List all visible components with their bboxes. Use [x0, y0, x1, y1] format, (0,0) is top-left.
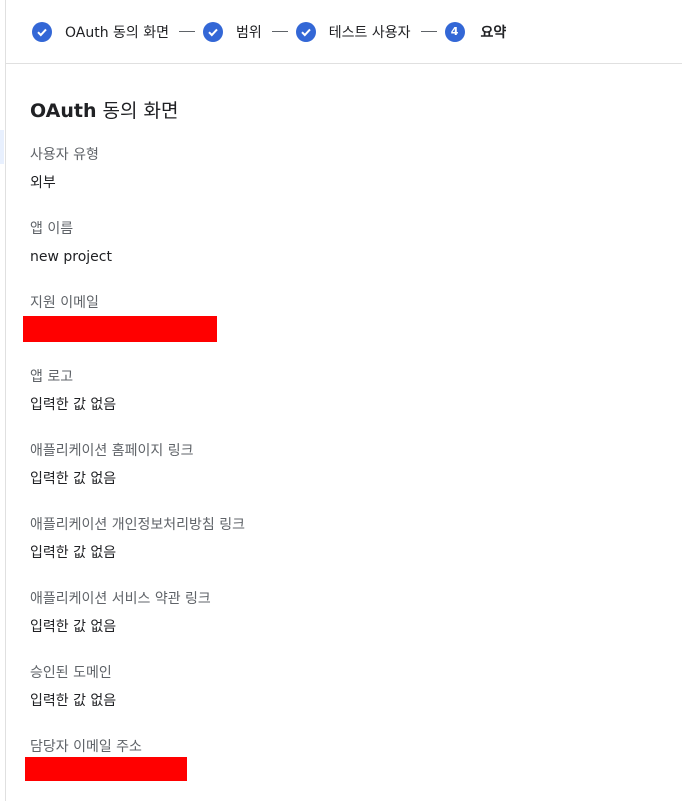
field-app-logo: 앱 로고 입력한 값 없음 — [30, 366, 670, 438]
field-privacy-policy-link: 애플리케이션 개인정보처리방침 링크 입력한 값 없음 — [30, 514, 670, 586]
step-oauth-consent[interactable]: OAuth 동의 화면 — [32, 21, 170, 42]
left-panel-edge — [0, 0, 6, 801]
page-title-bold: OAuth — [30, 100, 97, 122]
step-test-users[interactable]: 테스트 사용자 — [295, 21, 411, 42]
step-scopes[interactable]: 범위 — [203, 21, 262, 42]
field-value: 입력한 값 없음 — [30, 471, 117, 487]
redaction-box-support-email — [23, 316, 217, 342]
step-label: 범위 — [236, 24, 262, 41]
step-summary[interactable]: 4 요약 — [444, 21, 507, 42]
field-label: 앱 이름 — [30, 221, 74, 237]
summary-content: OAuth 동의 화면 사용자 유형 외부 앱 이름 new project 지… — [30, 98, 670, 808]
left-panel-highlight — [0, 130, 4, 164]
field-value: 외부 — [30, 175, 56, 191]
field-terms-of-service-link: 애플리케이션 서비스 약관 링크 입력한 값 없음 — [30, 588, 670, 660]
field-value: 입력한 값 없음 — [30, 545, 117, 561]
field-homepage-link: 애플리케이션 홈페이지 링크 입력한 값 없음 — [30, 440, 670, 512]
field-label: 지원 이메일 — [30, 295, 99, 311]
check-icon — [32, 21, 52, 42]
stepper: OAuth 동의 화면 범위 테스트 사용자 4 요약 — [5, 0, 682, 64]
field-user-type: 사용자 유형 외부 — [30, 144, 670, 216]
step-label: 테스트 사용자 — [328, 24, 411, 41]
redaction-box-contact-email — [25, 757, 187, 781]
step-label: OAuth 동의 화면 — [65, 24, 170, 41]
field-value: 입력한 값 없음 — [30, 693, 117, 709]
field-label: 애플리케이션 홈페이지 링크 — [30, 443, 194, 459]
field-app-name: 앱 이름 new project — [30, 218, 670, 290]
field-label: 애플리케이션 개인정보처리방침 링크 — [30, 517, 245, 533]
page-title-rest: 동의 화면 — [96, 100, 179, 122]
field-label: 승인된 도메인 — [30, 665, 112, 681]
field-label: 사용자 유형 — [30, 147, 99, 163]
step-separator — [179, 31, 196, 32]
step-label: 요약 — [480, 24, 507, 41]
field-label: 앱 로고 — [30, 369, 74, 385]
step-separator — [271, 31, 288, 32]
step-number-badge: 4 — [444, 21, 465, 42]
field-value: 입력한 값 없음 — [30, 397, 117, 413]
field-label: 담당자 이메일 주소 — [30, 739, 142, 755]
page-title: OAuth 동의 화면 — [30, 98, 670, 124]
check-icon — [295, 21, 316, 42]
field-authorized-domains: 승인된 도메인 입력한 값 없음 — [30, 662, 670, 734]
step-separator — [420, 31, 437, 32]
field-value: new project — [30, 249, 112, 265]
field-value: 입력한 값 없음 — [30, 619, 117, 635]
field-label: 애플리케이션 서비스 약관 링크 — [30, 591, 211, 607]
check-icon — [203, 21, 224, 42]
